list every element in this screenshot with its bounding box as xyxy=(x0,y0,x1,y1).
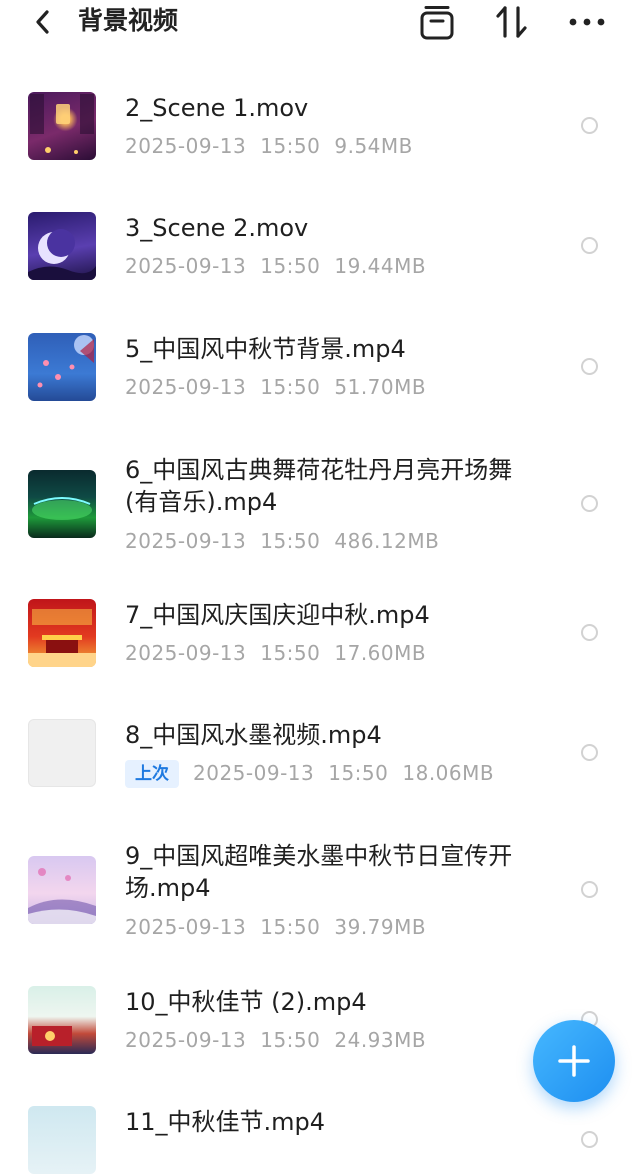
file-size: 39.79MB xyxy=(334,915,427,939)
file-size: 18.06MB xyxy=(402,761,495,785)
select-radio[interactable] xyxy=(581,1131,598,1148)
plus-icon xyxy=(558,1045,590,1077)
select-radio[interactable] xyxy=(581,495,598,512)
file-meta: 上次 2025-09-13 15:50 18.06MB xyxy=(125,760,508,788)
video-thumbnail xyxy=(28,599,96,667)
last-played-badge: 上次 xyxy=(125,760,179,788)
page-title: 背景视频 xyxy=(78,6,179,35)
file-name: 3_Scene 2.mov xyxy=(125,214,309,242)
list-item[interactable]: 7_中国风庆国庆迎中秋.mp4 2025-09-13 15:50 17.60MB xyxy=(0,580,640,690)
file-meta: 2025-09-13 15:50 24.93MB xyxy=(125,1027,440,1053)
file-date: 2025-09-13 xyxy=(125,134,247,158)
file-meta: 2025-09-13 15:50 9.54MB xyxy=(125,133,427,159)
file-date: 2025-09-13 xyxy=(125,254,247,278)
lanterns-image xyxy=(37,335,94,388)
file-time: 15:50 xyxy=(260,641,321,665)
file-name: 7_中国风庆国庆迎中秋.mp4 xyxy=(125,601,430,629)
file-time: 15:50 xyxy=(260,529,321,553)
more-icon[interactable] xyxy=(567,4,605,40)
file-name: 5_中国风中秋节背景.mp4 xyxy=(125,335,406,363)
file-size: 486.12MB xyxy=(334,529,440,553)
select-radio[interactable] xyxy=(581,117,598,134)
file-meta: 2025-09-13 15:50 51.70MB xyxy=(125,374,440,400)
file-date: 2025-09-13 xyxy=(193,761,315,785)
file-meta: 2025-09-13 15:50 17.60MB xyxy=(125,640,440,666)
file-time: 15:50 xyxy=(260,134,321,158)
file-time: 15:50 xyxy=(260,254,321,278)
list-item[interactable]: 9_中国风超唯美水墨中秋节日宣传开场.mp4 2025-09-13 15:50 39… xyxy=(0,826,640,956)
file-meta: 2025-09-13 15:50 486.12MB xyxy=(125,528,453,554)
select-radio[interactable] xyxy=(581,358,598,375)
file-time: 15:50 xyxy=(260,915,321,939)
video-thumbnail xyxy=(28,470,96,538)
file-date: 2025-09-13 xyxy=(125,915,247,939)
file-name: 8_中国风水墨视频.mp4 xyxy=(125,721,382,749)
list-item[interactable]: 3_Scene 2.mov 2025-09-13 15:50 19.44MB xyxy=(0,190,640,300)
moon-image xyxy=(28,229,96,280)
file-name: 9_中国风超唯美水墨中秋节日宣传开场.mp4 xyxy=(125,842,513,902)
video-thumbnail xyxy=(28,986,96,1054)
file-name: 10_中秋佳节 (2).mp4 xyxy=(125,988,367,1016)
file-meta: 2025-09-13 15:50 19.44MB xyxy=(125,253,440,279)
select-radio[interactable] xyxy=(581,881,598,898)
file-size: 9.54MB xyxy=(334,134,413,158)
list-item[interactable]: 11_中秋佳节.mp4 xyxy=(0,1088,640,1174)
lantern-image xyxy=(30,94,94,154)
select-radio[interactable] xyxy=(581,624,598,641)
file-meta: 2025-09-13 15:50 39.79MB xyxy=(125,914,440,940)
stage-image xyxy=(32,497,92,520)
file-date: 2025-09-13 xyxy=(125,375,247,399)
file-time: 15:50 xyxy=(328,761,389,785)
sort-icon[interactable] xyxy=(494,4,530,40)
file-name: 6_中国风古典舞荷花牡丹月亮开场舞(有音乐).mp4 xyxy=(125,456,513,516)
mid-autumn-image xyxy=(32,1026,72,1046)
file-size: 19.44MB xyxy=(334,254,427,278)
video-thumbnail xyxy=(28,333,96,401)
video-thumbnail xyxy=(28,719,96,787)
file-name: 2_Scene 1.mov xyxy=(125,94,309,122)
video-thumbnail xyxy=(28,856,96,924)
festival-image xyxy=(28,609,96,667)
video-thumbnail xyxy=(28,212,96,280)
file-time: 15:50 xyxy=(260,375,321,399)
select-radio[interactable] xyxy=(581,744,598,761)
file-name: 11_中秋佳节.mp4 xyxy=(125,1108,326,1136)
back-icon[interactable] xyxy=(30,6,56,38)
file-time: 15:50 xyxy=(260,1028,321,1052)
top-bar: 背景视频 xyxy=(0,0,640,46)
file-size: 17.60MB xyxy=(334,641,427,665)
list-item[interactable]: 8_中国风水墨视频.mp4 上次 2025-09-13 15:50 18.06MB xyxy=(0,700,640,810)
list-item[interactable]: 6_中国风古典舞荷花牡丹月亮开场舞(有音乐).mp4 2025-09-13 15:… xyxy=(0,442,640,572)
ink-painting-image xyxy=(28,868,96,924)
file-date: 2025-09-13 xyxy=(125,529,247,553)
file-date: 2025-09-13 xyxy=(125,641,247,665)
archive-icon[interactable] xyxy=(419,4,455,40)
select-radio[interactable] xyxy=(581,237,598,254)
list-item[interactable]: 5_中国风中秋节背景.mp4 2025-09-13 15:50 51.70MB xyxy=(0,312,640,422)
file-size: 24.93MB xyxy=(334,1028,427,1052)
file-size: 51.70MB xyxy=(334,375,427,399)
video-thumbnail xyxy=(28,1106,96,1174)
add-button[interactable] xyxy=(533,1020,615,1102)
video-thumbnail xyxy=(28,92,96,160)
list-item[interactable]: 2_Scene 1.mov 2025-09-13 15:50 9.54MB xyxy=(0,70,640,180)
file-date: 2025-09-13 xyxy=(125,1028,247,1052)
